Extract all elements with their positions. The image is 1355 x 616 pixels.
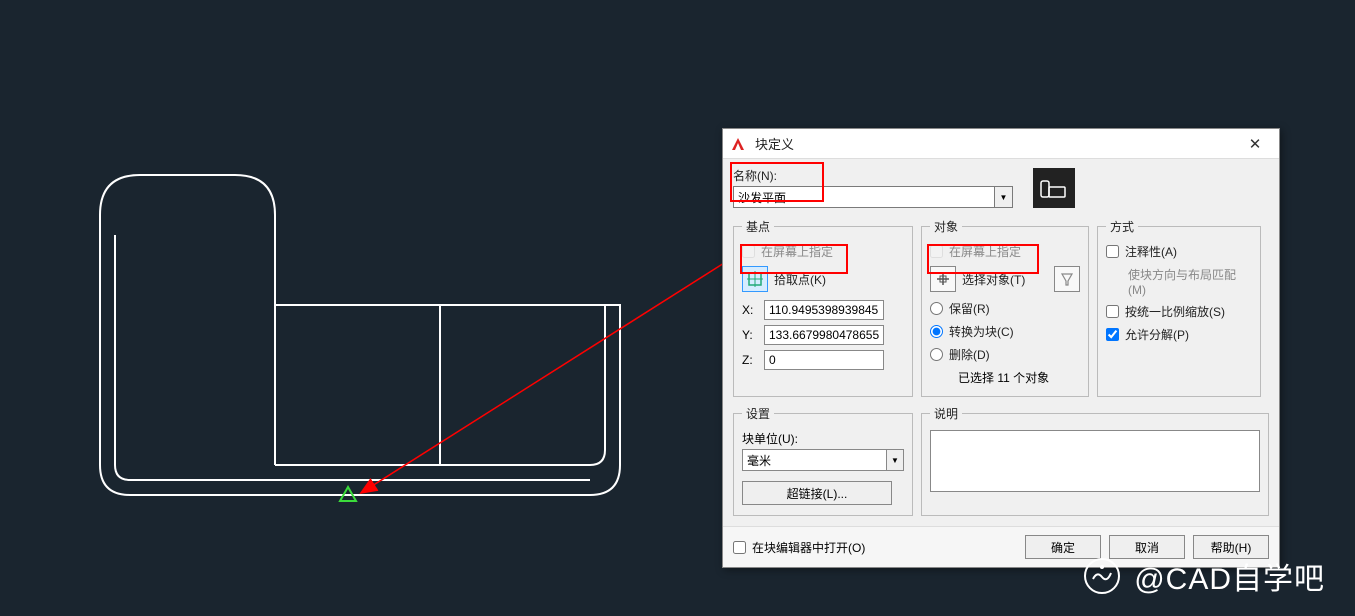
unit-dropdown-icon[interactable]: ▼ [887,449,904,471]
delete-radio[interactable]: 删除(D) [930,346,1080,363]
close-button[interactable]: ✕ [1237,132,1273,156]
selection-count: 已选择 11 个对象 [930,369,1080,386]
z-input[interactable] [764,350,884,370]
y-input[interactable] [764,325,884,345]
allow-explode-checkbox[interactable]: 允许分解(P) [1106,326,1252,343]
pick-point-label: 拾取点(K) [774,271,826,288]
watermark-icon [1082,556,1122,596]
settings-group: 设置 块单位(U): 毫米 ▼ 超链接(L)... [733,405,913,516]
name-label: 名称(N): [733,167,1013,184]
uniform-scale-checkbox[interactable]: 按统一比例缩放(S) [1106,303,1252,320]
autocad-logo-icon [729,135,747,153]
objects-onscreen-checkbox: 在屏幕上指定 [930,243,1080,260]
y-label: Y: [742,328,758,342]
settings-legend: 设置 [742,405,774,422]
x-label: X: [742,303,758,317]
unit-select[interactable]: 毫米 [742,449,887,471]
basepoint-group: 基点 在屏幕上指定 拾取点(K) X: Y: [733,218,913,397]
unit-label: 块单位(U): [742,430,904,447]
select-objects-label: 选择对象(T) [962,271,1025,288]
select-objects-button[interactable] [930,266,956,292]
basepoint-onscreen-checkbox: 在屏幕上指定 [742,243,904,260]
block-name-input[interactable] [733,186,995,208]
quick-select-button[interactable] [1054,266,1080,292]
mode-group: 方式 注释性(A) 使块方向与布局匹配(M) 按统一比例缩放(S) 允许分解(P… [1097,218,1261,397]
mode-legend: 方式 [1106,218,1138,235]
description-legend: 说明 [930,405,962,422]
open-in-editor-checkbox[interactable]: 在块编辑器中打开(O) [733,539,1017,556]
watermark-text: @CAD自学吧 [1134,554,1325,598]
dialog-title: 块定义 [755,134,1237,153]
dialog-titlebar[interactable]: 块定义 ✕ [723,129,1279,159]
annotative-checkbox[interactable]: 注释性(A) [1106,243,1252,260]
name-dropdown-icon[interactable]: ▼ [995,186,1013,208]
watermark: @CAD自学吧 [1082,554,1325,598]
description-group: 说明 [921,405,1269,516]
z-label: Z: [742,353,758,367]
x-input[interactable] [764,300,884,320]
convert-radio[interactable]: 转换为块(C) [930,323,1080,340]
objects-group: 对象 在屏幕上指定 选择对象(T) 保留(R) 转换为 [921,218,1089,397]
sofa-drawing [80,155,630,515]
match-orientation-label: 使块方向与布局匹配(M) [1128,266,1252,297]
description-textarea[interactable] [930,430,1260,492]
block-preview [1033,168,1075,208]
hyperlink-button[interactable]: 超链接(L)... [742,481,892,505]
retain-radio[interactable]: 保留(R) [930,300,1080,317]
pick-point-button[interactable] [742,266,768,292]
basepoint-legend: 基点 [742,218,774,235]
block-definition-dialog: 块定义 ✕ 名称(N): ▼ 基点 在屏幕上指定 [722,128,1280,568]
objects-legend: 对象 [930,218,962,235]
